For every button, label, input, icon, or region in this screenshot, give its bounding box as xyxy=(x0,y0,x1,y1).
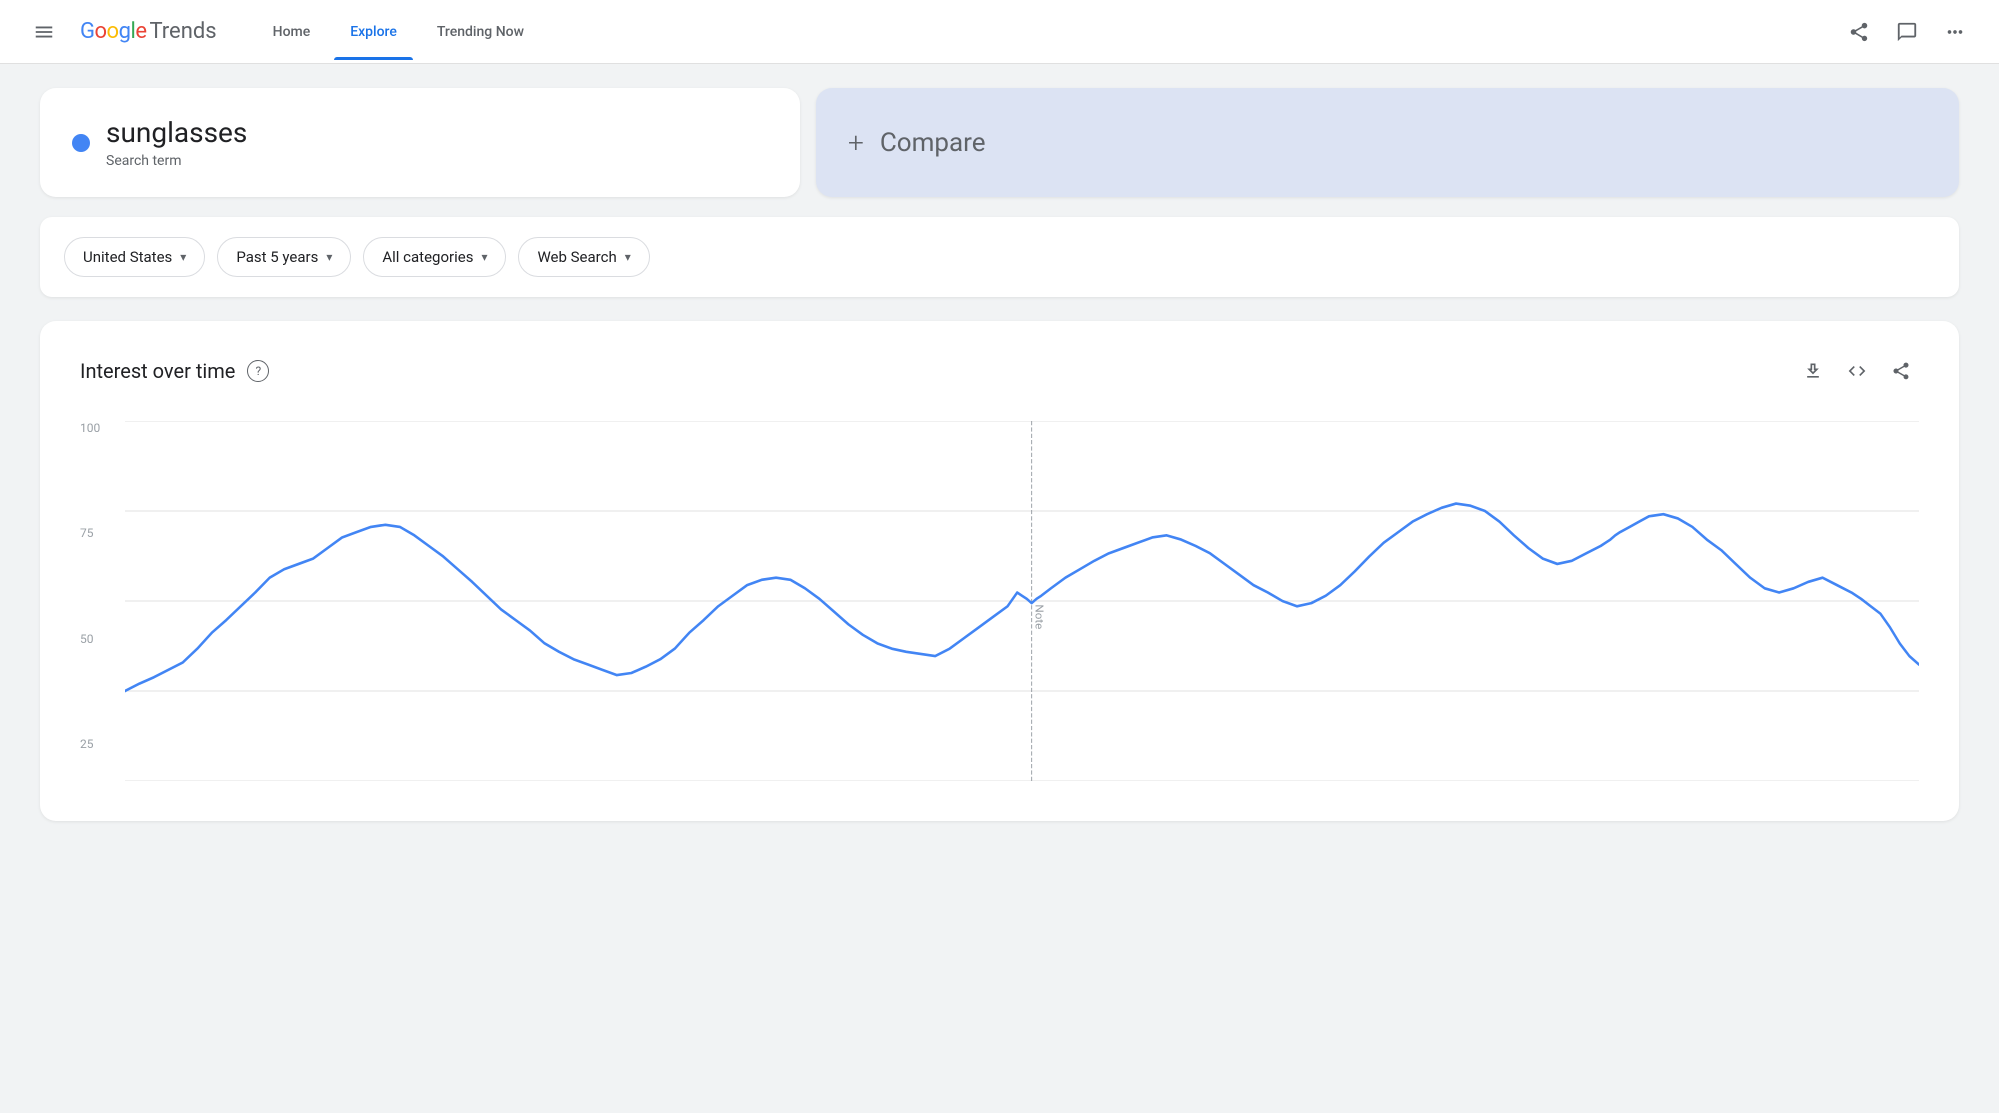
y-label-100: 100 xyxy=(80,421,100,435)
logo-trends-text: Trends xyxy=(149,19,216,44)
period-filter[interactable]: Past 5 years ▾ xyxy=(217,237,351,277)
embed-button[interactable] xyxy=(1839,353,1875,389)
header-right xyxy=(1839,12,1975,52)
apps-button[interactable] xyxy=(1935,12,1975,52)
logo: Google Trends xyxy=(80,19,217,44)
main-content: sunglasses Search term + Compare United … xyxy=(0,64,1999,845)
region-filter[interactable]: United States ▾ xyxy=(64,237,205,277)
y-label-75: 75 xyxy=(80,526,100,540)
interest-chart: Note xyxy=(125,421,1919,781)
compare-label: Compare xyxy=(880,128,986,158)
svg-text:Note: Note xyxy=(1033,604,1045,629)
chart-title-group: Interest over time ? xyxy=(80,359,269,383)
feedback-button[interactable] xyxy=(1887,12,1927,52)
nav-home[interactable]: Home xyxy=(257,4,327,60)
term-name: sunglasses xyxy=(106,116,247,149)
category-chevron-icon: ▾ xyxy=(481,250,487,264)
compare-card[interactable]: + Compare xyxy=(816,88,1959,197)
period-chevron-icon: ▾ xyxy=(326,250,332,264)
chart-header: Interest over time ? xyxy=(80,353,1919,389)
term-type: Search term xyxy=(106,153,247,169)
term-text: sunglasses Search term xyxy=(106,116,247,169)
menu-button[interactable] xyxy=(24,12,64,52)
chart-area: 25 50 75 100 Note xyxy=(80,421,1919,781)
search-terms-row: sunglasses Search term + Compare xyxy=(40,88,1959,197)
header-left: Google Trends xyxy=(24,12,217,52)
y-label-50: 50 xyxy=(80,632,100,646)
header: Google Trends Home Explore Trending Now xyxy=(0,0,1999,64)
help-icon[interactable]: ? xyxy=(247,360,269,382)
chart-actions xyxy=(1795,353,1919,389)
search-term-card: sunglasses Search term xyxy=(40,88,800,197)
chart-card: Interest over time ? 25 5 xyxy=(40,321,1959,821)
nav-explore[interactable]: Explore xyxy=(334,4,413,60)
category-filter[interactable]: All categories ▾ xyxy=(363,237,506,277)
type-filter[interactable]: Web Search ▾ xyxy=(518,237,649,277)
logo-google-text: Google xyxy=(80,19,146,44)
share-chart-button[interactable] xyxy=(1883,353,1919,389)
compare-plus: + xyxy=(848,126,864,159)
chart-title: Interest over time xyxy=(80,359,235,383)
y-axis-labels: 25 50 75 100 xyxy=(80,421,100,751)
region-chevron-icon: ▾ xyxy=(180,250,186,264)
nav-trending[interactable]: Trending Now xyxy=(421,4,540,60)
term-dot xyxy=(72,134,90,152)
header-nav: Home Explore Trending Now xyxy=(257,4,540,60)
filter-row: United States ▾ Past 5 years ▾ All categ… xyxy=(40,217,1959,297)
chart-inner: Note xyxy=(125,421,1919,781)
download-button[interactable] xyxy=(1795,353,1831,389)
y-label-25: 25 xyxy=(80,737,100,751)
share-button[interactable] xyxy=(1839,12,1879,52)
type-chevron-icon: ▾ xyxy=(625,250,631,264)
